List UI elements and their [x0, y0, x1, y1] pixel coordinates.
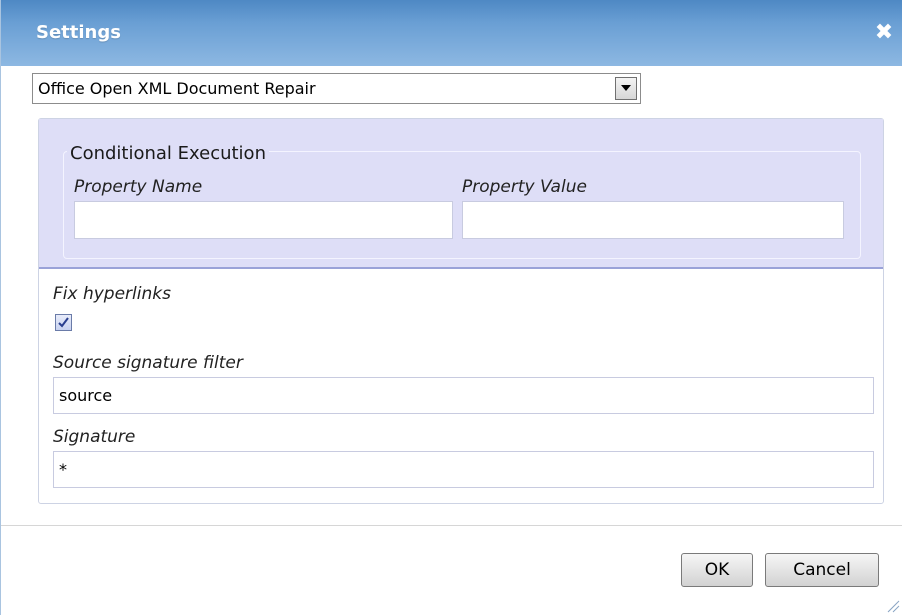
- action-select[interactable]: Office Open XML Document Repair: [32, 73, 641, 104]
- dialog-titlebar[interactable]: Settings ✖: [1, 0, 902, 66]
- conditional-execution-legend: Conditional Execution: [67, 143, 269, 164]
- conditional-execution-section: Conditional Execution Property Name Prop…: [39, 119, 883, 269]
- dialog-title: Settings: [36, 22, 121, 43]
- resize-grip-icon[interactable]: [886, 599, 900, 613]
- property-name-label: Property Name: [74, 177, 203, 197]
- signature-input[interactable]: [53, 451, 874, 488]
- fix-hyperlinks-label: Fix hyperlinks: [53, 284, 171, 304]
- close-icon[interactable]: ✖: [873, 22, 895, 44]
- cancel-button[interactable]: Cancel: [765, 553, 879, 587]
- chevron-down-icon: [621, 85, 631, 91]
- settings-dialog: Settings ✖ Office Open XML Document Repa…: [0, 0, 902, 615]
- source-signature-filter-label: Source signature filter: [53, 353, 243, 373]
- ok-button[interactable]: OK: [681, 553, 753, 587]
- checkmark-icon: [58, 317, 69, 328]
- property-value-label: Property Value: [462, 177, 587, 197]
- action-select-value: Office Open XML Document Repair: [38, 79, 316, 98]
- footer-divider: [1, 525, 902, 526]
- fix-hyperlinks-checkbox[interactable]: [55, 314, 72, 331]
- property-value-input[interactable]: [462, 201, 844, 239]
- property-name-input[interactable]: [74, 201, 453, 239]
- dropdown-button[interactable]: [615, 77, 637, 100]
- settings-panel: Conditional Execution Property Name Prop…: [38, 118, 884, 504]
- signature-label: Signature: [53, 427, 136, 447]
- source-signature-filter-input[interactable]: [53, 377, 874, 414]
